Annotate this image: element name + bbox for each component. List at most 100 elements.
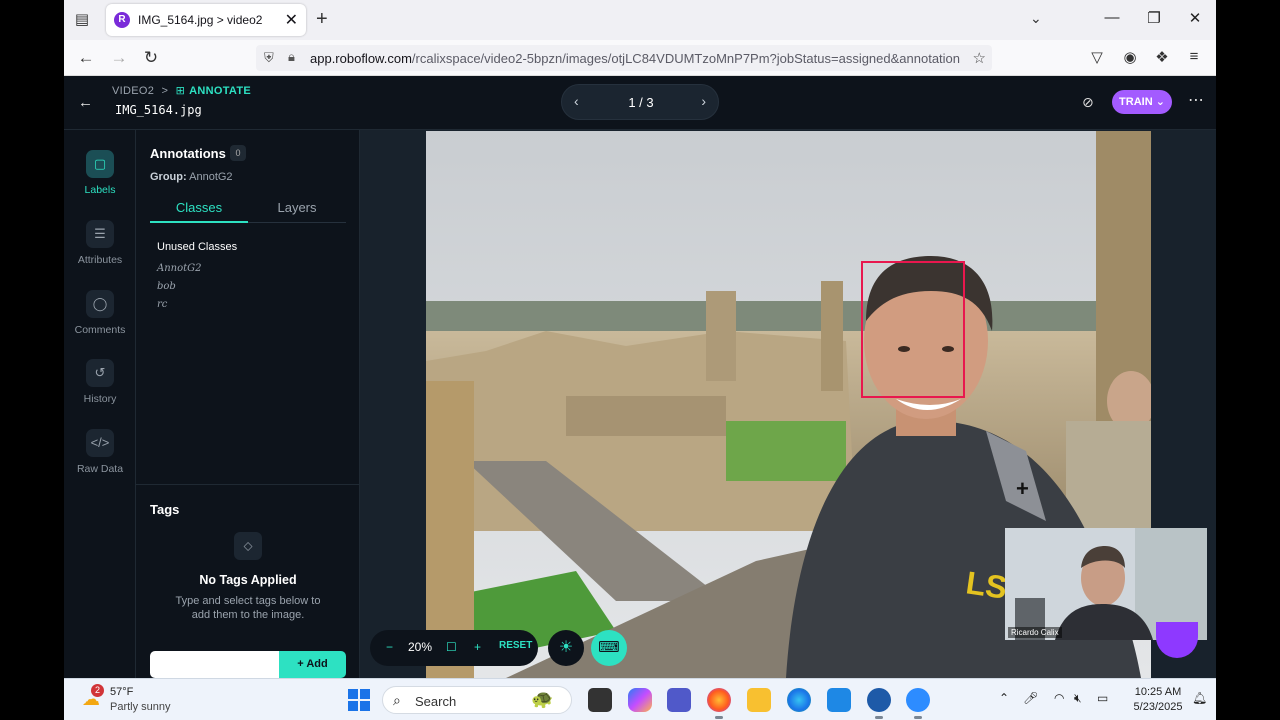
train-button[interactable]: TRAIN ⌄: [1112, 90, 1172, 114]
tag-input[interactable]: [150, 651, 280, 678]
keyboard-icon[interactable]: ⌨: [591, 630, 627, 666]
class-item[interactable]: AnnotG2: [157, 263, 202, 274]
menu-icon[interactable]: ≡: [1184, 48, 1204, 65]
class-item[interactable]: bob: [157, 281, 176, 292]
back-icon[interactable]: ←: [76, 48, 96, 68]
volume-muted-icon[interactable]: 🔇︎: [1074, 691, 1082, 706]
zoom-in-button[interactable]: +: [474, 640, 481, 654]
battery-icon[interactable]: ▭: [1097, 691, 1108, 705]
terminal-app-icon[interactable]: [588, 688, 612, 712]
unused-classes-title: Unused Classes: [157, 241, 238, 253]
file-explorer-app-icon[interactable]: [747, 688, 771, 712]
rail-item-labels[interactable]: ▢ Labels: [64, 150, 136, 196]
teams-app-icon[interactable]: [667, 688, 691, 712]
forward-icon[interactable]: →: [109, 48, 129, 68]
browser-tab-bar: ▤ R IMG_5164.jpg > video2 ✕ + ⌄ — ❐ ✕: [64, 0, 1216, 40]
annotations-count: 0: [230, 145, 246, 161]
taskbar-search[interactable]: ⌕ Search 🐢: [382, 686, 572, 714]
restore-icon[interactable]: ❐: [1144, 9, 1164, 27]
search-icon: ⌕: [393, 692, 401, 708]
rail-label: Labels: [84, 184, 116, 196]
bookmark-star-icon[interactable]: ☆: [973, 49, 986, 67]
notification-icon[interactable]: 🔔︎: [1192, 691, 1207, 705]
rail-item-history[interactable]: ↺ History: [64, 359, 136, 405]
weather-temp[interactable]: 57°F: [110, 686, 133, 698]
clock-time[interactable]: 10:25 AM: [1128, 686, 1188, 698]
hide-annotations-icon[interactable]: ⊘: [1082, 94, 1094, 111]
wifi-icon[interactable]: ◠: [1054, 691, 1064, 705]
extensions-icon[interactable]: ❖: [1152, 48, 1172, 66]
list-icon: ☰: [86, 220, 114, 248]
annotations-panel: Annotations 0 Group: AnnotG2 Classes Lay…: [136, 130, 360, 678]
brightness-icon[interactable]: ☀: [548, 630, 584, 666]
add-tag-button[interactable]: + Add: [279, 651, 346, 678]
url-text[interactable]: app.roboflow.com/rcalixspace/video2-5bpz…: [310, 51, 960, 66]
lock-icon[interactable]: 🔒︎: [288, 49, 295, 65]
zoom-app-icon[interactable]: [906, 688, 930, 712]
more-options-icon[interactable]: ⋯: [1188, 90, 1204, 110]
weather-badge: 2: [91, 684, 104, 697]
windows-taskbar: ☁ 2 57°F Partly sunny ⌕ Search 🐢 ⌃ 🎤︎ ◠ …: [64, 678, 1216, 720]
next-image-icon[interactable]: ›: [701, 93, 706, 109]
class-item[interactable]: rc: [157, 299, 167, 310]
bounding-box[interactable]: [861, 261, 965, 398]
label-icon: ▢: [86, 150, 114, 178]
screen: ▤ R IMG_5164.jpg > video2 ✕ + ⌄ — ❐ ✕ ← …: [64, 0, 1216, 720]
reload-icon[interactable]: ↻: [141, 48, 161, 68]
rail-item-comments[interactable]: ◯ Comments: [64, 290, 136, 336]
edge-app-icon[interactable]: [787, 688, 811, 712]
reset-zoom-button[interactable]: RESET: [499, 640, 532, 651]
group-line: Group: AnnotG2: [150, 171, 233, 183]
comment-icon: ◯: [86, 290, 114, 318]
breadcrumb-separator: >: [161, 85, 169, 97]
rail-item-attributes[interactable]: ☰ Attributes: [64, 220, 136, 266]
rail-label: Comments: [74, 324, 126, 336]
store-app-icon[interactable]: [827, 688, 851, 712]
svg-text:LS: LS: [964, 564, 1010, 605]
no-tags-text: No Tags Applied: [199, 573, 297, 587]
image-pager: ‹ 1 / 3 ›: [561, 84, 719, 120]
new-tab-icon[interactable]: +: [316, 8, 328, 31]
url-host: app.roboflow.com: [310, 51, 412, 66]
browser-tab[interactable]: R IMG_5164.jpg > video2 ✕: [106, 4, 306, 36]
tab-manager-icon[interactable]: ▤: [72, 10, 92, 30]
app-header: ← VIDEO2 > ⊞ ANNOTATE IMG_5164.jpg ‹ 1 / …: [64, 76, 1216, 130]
rail-label: Attributes: [77, 254, 123, 266]
back-arrow-icon[interactable]: ←: [78, 94, 93, 111]
pocket-icon[interactable]: ▽: [1087, 48, 1107, 66]
breadcrumb-project[interactable]: VIDEO2: [112, 85, 154, 97]
annotate-icon: ⊞: [175, 85, 186, 97]
tags-title: Tags: [150, 502, 180, 517]
browser-nav-bar: ← → ↻ ⛨ 🔒︎ app.roboflow.com/rcalixspace/…: [64, 40, 1216, 76]
show-hidden-icons-icon[interactable]: ⌃: [999, 691, 1009, 705]
windows-start-icon[interactable]: [348, 689, 370, 711]
app-indicator: [875, 716, 883, 719]
shield-icon[interactable]: ⛨: [264, 50, 274, 66]
minimize-icon[interactable]: —: [1102, 9, 1122, 26]
zoom-out-button[interactable]: −: [386, 640, 393, 654]
weather-condition[interactable]: Partly sunny: [110, 701, 171, 713]
group-value: AnnotG2: [189, 171, 233, 183]
url-bar[interactable]: ⛨ 🔒︎ app.roboflow.com/rcalixspace/video2…: [256, 45, 992, 71]
turtle-icon: 🐢: [531, 689, 554, 709]
breadcrumb-annotate: ANNOTATE: [189, 85, 252, 97]
close-tab-icon[interactable]: ✕: [285, 10, 298, 30]
rail-item-raw-data[interactable]: </> Raw Data: [64, 429, 136, 475]
group-label: Group:: [150, 171, 187, 183]
tab-classes[interactable]: Classes: [150, 200, 248, 215]
list-all-tabs-icon[interactable]: ⌄: [1030, 10, 1042, 27]
tab-layers[interactable]: Layers: [248, 200, 346, 215]
close-window-icon[interactable]: ✕: [1185, 9, 1205, 27]
lock-zoom-icon[interactable]: ☐: [446, 640, 457, 654]
mic-icon[interactable]: 🎤︎: [1023, 691, 1038, 705]
account-icon[interactable]: ◉: [1120, 48, 1140, 66]
copilot-app-icon[interactable]: [628, 688, 652, 712]
rail-label: History: [83, 393, 117, 405]
history-icon: ↺: [86, 359, 114, 387]
train-label: TRAIN: [1119, 96, 1153, 108]
tag-icon: ⬦: [234, 532, 262, 560]
clock-date[interactable]: 5/23/2025: [1128, 701, 1188, 713]
zoom-level: 20%: [408, 640, 433, 654]
firefox-app-icon[interactable]: [707, 688, 731, 712]
send-app-icon[interactable]: [867, 688, 891, 712]
